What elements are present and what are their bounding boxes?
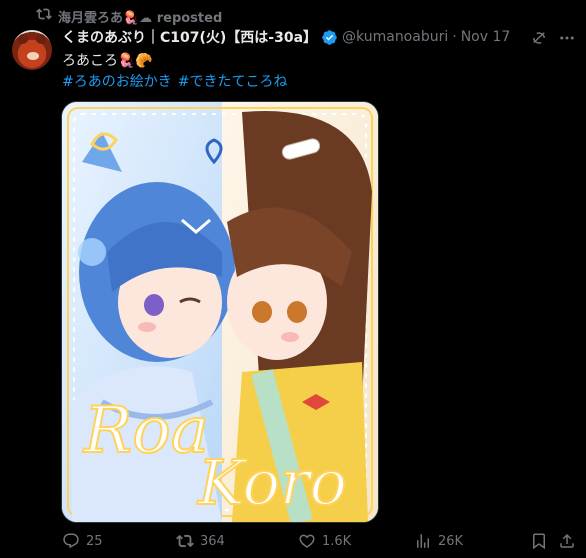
bookmark-button[interactable]: [530, 532, 548, 550]
repost-icon: [176, 534, 194, 548]
views-button[interactable]: 26K: [414, 532, 463, 550]
views-icon: [417, 534, 429, 548]
like-button[interactable]: 1.6K: [298, 532, 351, 550]
bookmark-icon: [533, 533, 545, 550]
repost-icon: [36, 6, 52, 26]
hashtag-link[interactable]: #できたてころね: [178, 74, 288, 90]
share-icon: [560, 533, 574, 548]
more-icon[interactable]: [558, 29, 576, 47]
repost-label: 海月雲ろあ🪼☁ reposted: [58, 10, 223, 26]
reply-button[interactable]: 25: [62, 532, 103, 550]
tweet-text: ろあころ🪼🥐 #ろあのお絵かき #できたてころね: [62, 51, 293, 93]
views-count: 26K: [438, 533, 464, 549]
repost-button[interactable]: 364: [176, 532, 225, 550]
reply-icon: [63, 533, 79, 549]
share-button[interactable]: [558, 532, 576, 550]
like-icon: [299, 534, 315, 548]
like-count: 1.6K: [322, 533, 352, 549]
hashtag-link[interactable]: #ろあのお絵かき: [62, 74, 172, 90]
media-image[interactable]: Roa Koro: [61, 101, 379, 523]
action-bar: 25 364 1.6K 26K: [62, 529, 578, 555]
media-text-koro: Koro: [197, 446, 347, 519]
media-text-roa: Roa: [83, 394, 209, 468]
separator: ·: [452, 29, 457, 45]
display-name[interactable]: くまのあぶり｜C107(火)【西は-30a】: [62, 27, 317, 47]
hashtags: #ろあのお絵かき #できたてころね: [62, 72, 293, 93]
author-handle[interactable]: @kumanoaburi: [342, 29, 448, 45]
repost-indicator[interactable]: 海月雲ろあ🪼☁ reposted: [36, 6, 223, 26]
reply-count: 25: [86, 533, 103, 549]
grok-icon[interactable]: [530, 29, 548, 47]
verified-badge-icon: [322, 29, 337, 45]
avatar[interactable]: [12, 30, 52, 70]
repost-count: 364: [200, 533, 225, 549]
tweet-header: くまのあぶり｜C107(火)【西は-30a】 @kumanoaburi · No…: [62, 27, 574, 47]
post-date[interactable]: Nov 17: [461, 29, 511, 45]
tweet-body: ろあころ🪼🥐: [62, 53, 153, 69]
